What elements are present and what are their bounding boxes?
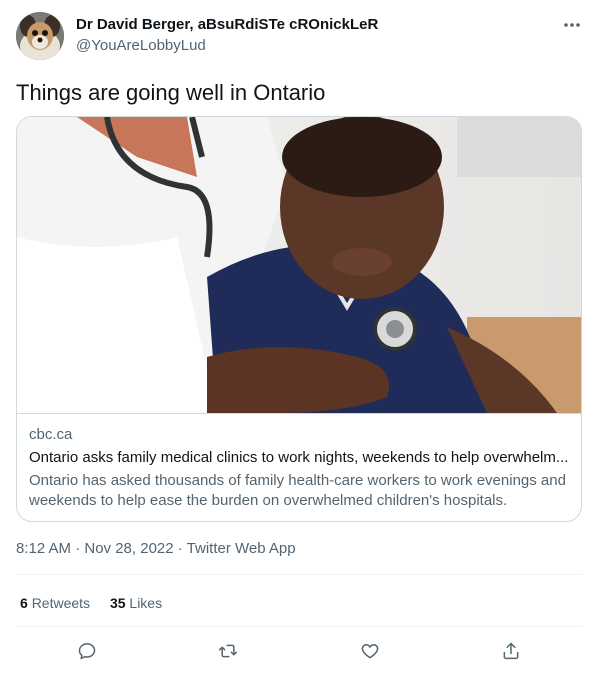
more-icon — [564, 23, 580, 27]
retweet-button[interactable] — [208, 636, 248, 666]
retweets-count: 6 — [20, 595, 28, 611]
card-description: Ontario has asked thousands of family he… — [29, 472, 566, 509]
more-options-button[interactable] — [558, 14, 586, 36]
share-icon — [503, 642, 519, 660]
retweets-label: Retweets — [31, 595, 91, 611]
link-card[interactable]: cbc.ca Ontario asks family medical clini… — [16, 116, 582, 522]
retweets-stat[interactable]: 6 Retweets — [20, 595, 90, 611]
tweet-text: Things are going well in Ontario — [16, 80, 326, 105]
retweet-icon — [218, 644, 238, 658]
like-icon — [361, 644, 379, 659]
likes-count: 35 — [109, 595, 126, 611]
doctor-examining-child-photo-icon — [17, 117, 581, 413]
divider — [16, 626, 582, 627]
tweet-timestamp[interactable]: 8:12 AM · Nov 28, 2022 · — [16, 540, 187, 557]
tweet-stats: 6 Retweets 35 Likes — [20, 595, 178, 611]
avatar[interactable] — [16, 12, 64, 60]
card-image[interactable] — [17, 117, 581, 413]
author-name[interactable]: Dr David Berger, aBsuRdiSTe cROnickLeR — [76, 16, 378, 33]
author-handle[interactable]: @YouAreLobbyLud — [76, 37, 206, 54]
likes-stat[interactable]: 35 Likes — [110, 595, 162, 611]
likes-label: Likes — [129, 595, 163, 611]
card-domain: cbc.ca — [29, 426, 73, 443]
tweet-meta: 8:12 AM · Nov 28, 2022 · Twitter Web App — [16, 540, 296, 557]
card-body[interactable]: cbc.ca Ontario asks family medical clini… — [17, 413, 581, 509]
reply-button[interactable] — [67, 636, 107, 666]
tweet-actions — [16, 636, 582, 666]
divider — [16, 574, 582, 575]
dog-avatar-icon — [16, 12, 64, 60]
tweet-source[interactable]: Twitter Web App — [187, 540, 296, 557]
card-title: Ontario asks family medical clinics to w… — [29, 449, 569, 466]
reply-icon — [78, 643, 96, 660]
like-button[interactable] — [350, 636, 390, 666]
share-button[interactable] — [491, 636, 531, 666]
